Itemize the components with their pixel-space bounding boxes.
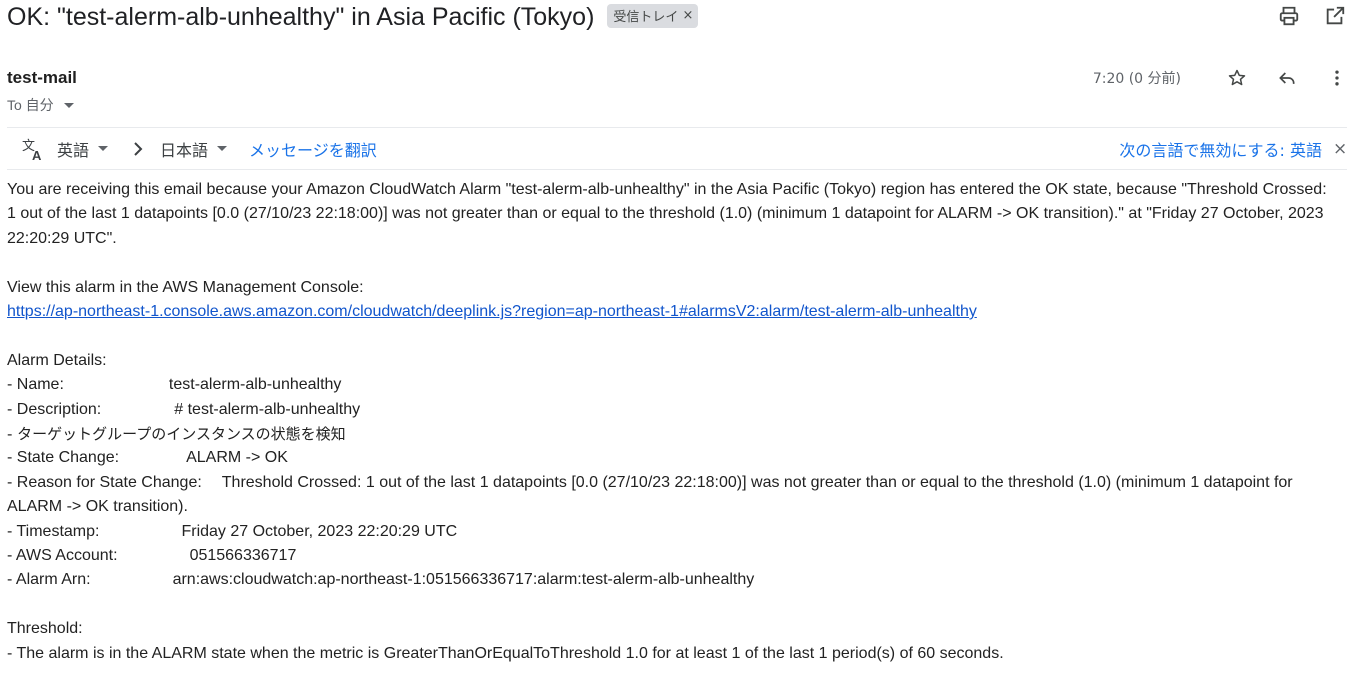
detail-description-line2: - ターゲットグループのインスタンスの状態を検知 xyxy=(7,425,346,444)
chevron-down-icon[interactable] xyxy=(63,102,74,108)
detail-name: - Name: test-alerm-alb-unhealthy xyxy=(7,373,1327,397)
print-icon[interactable] xyxy=(1277,4,1301,28)
detail-timestamp: - Timestamp: Friday 27 October, 2023 22:2… xyxy=(7,520,1327,544)
reply-icon[interactable] xyxy=(1275,66,1299,90)
detail-value: 051566336717 xyxy=(189,547,297,565)
detail-aws-account: - AWS Account: 051566336717 xyxy=(7,544,1327,568)
email-body: You are receiving this email because you… xyxy=(7,178,1327,666)
detail-reason: - Reason for State Change: Threshold Cros… xyxy=(7,471,1327,520)
open-in-new-window-icon[interactable] xyxy=(1323,4,1347,28)
source-language-select[interactable]: 英語 xyxy=(57,137,109,161)
recipient-details-toggle[interactable]: To 自分 xyxy=(7,95,74,115)
message-time: 7:20 (0 分前) xyxy=(1092,71,1181,87)
threshold-text: - The alarm is in the ALARM state when t… xyxy=(7,644,1004,662)
detail-alarm-arn: - Alarm Arn: arn:aws:cloudwatch:ap-northe… xyxy=(7,568,1327,592)
sender-name: test-mail xyxy=(7,68,77,87)
disable-translation: 次の言語で無効にする: 英語 × xyxy=(1119,128,1347,169)
translate-icon: 文A xyxy=(21,137,45,161)
detail-value: ALARM -> OK xyxy=(186,449,288,467)
thread-actions xyxy=(1277,4,1347,28)
target-language-label: 日本語 xyxy=(160,140,209,160)
detail-key: - State Change: xyxy=(7,449,120,467)
chevron-down-icon xyxy=(217,146,228,151)
intro-paragraph: You are receiving this email because you… xyxy=(7,181,1327,247)
console-label: View this alarm in the AWS Management Co… xyxy=(7,278,364,296)
detail-value: test-alerm-alb-unhealthy xyxy=(168,376,342,394)
detail-key: - Alarm Arn: xyxy=(7,571,91,589)
chevron-right-icon xyxy=(130,139,146,159)
svg-text:A: A xyxy=(32,148,42,161)
details-heading: Alarm Details: xyxy=(7,351,107,369)
chevron-down-icon xyxy=(98,146,109,151)
detail-key: - AWS Account: xyxy=(7,547,118,565)
detail-key: - Description: xyxy=(7,400,102,418)
detail-key: - Reason for State Change: xyxy=(7,473,202,491)
threshold-heading: Threshold: xyxy=(7,620,83,638)
detail-value: arn:aws:cloudwatch:ap-northeast-1:051566… xyxy=(172,571,755,589)
close-icon[interactable]: × xyxy=(1333,139,1347,159)
star-icon[interactable] xyxy=(1225,66,1249,90)
detail-value: Friday 27 October, 2023 22:20:29 UTC xyxy=(181,522,458,540)
translate-bar: 文A 英語 日本語 メッセージを翻訳 次の言語で無効にする: 英語 × xyxy=(7,127,1347,170)
subject-row: OK: "test-alerm-alb-unhealthy" in Asia P… xyxy=(7,0,699,34)
detail-value: # test-alerm-alb-unhealthy xyxy=(174,400,361,418)
detail-key: - Name: xyxy=(7,376,64,394)
disable-translation-link[interactable]: 次の言語で無効にする: 英語 xyxy=(1119,137,1322,161)
target-language-select[interactable]: 日本語 xyxy=(160,137,228,161)
inbox-label-chip[interactable]: 受信トレイ × xyxy=(607,4,699,28)
more-vertical-icon[interactable] xyxy=(1325,66,1349,90)
recipient-label: To 自分 xyxy=(7,97,54,113)
inbox-label-text: 受信トレイ xyxy=(613,10,679,25)
console-link[interactable]: https://ap-northeast-1.console.aws.amazo… xyxy=(7,303,977,320)
translate-message-link[interactable]: メッセージを翻訳 xyxy=(249,137,377,161)
message-actions: 7:20 (0 分前) xyxy=(1093,66,1349,90)
detail-description: - Description: # test-alerm-alb-unhealthy xyxy=(7,398,1327,422)
detail-key: - Timestamp: xyxy=(7,522,100,540)
remove-label-icon[interactable]: × xyxy=(682,8,693,23)
source-language-label: 英語 xyxy=(57,140,90,160)
detail-state-change: - State Change: ALARM -> OK xyxy=(7,446,1327,470)
email-subject: OK: "test-alerm-alb-unhealthy" in Asia P… xyxy=(7,3,595,31)
